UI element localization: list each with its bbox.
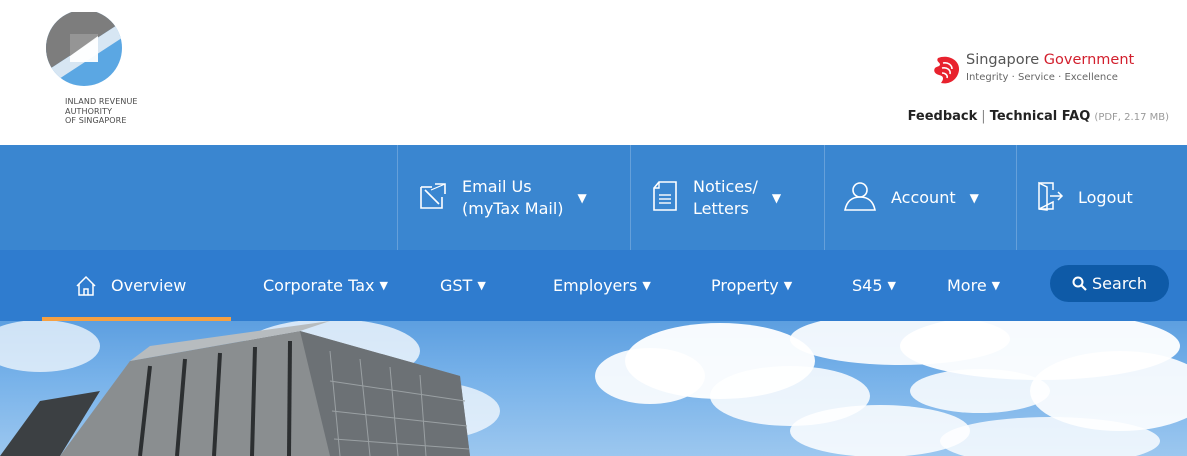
magnifier-icon [1072,276,1087,291]
nav-label-more: More [947,276,987,295]
iras-logo[interactable]: INLAND REVENUE AUTHORITY OF SINGAPORE [42,12,192,137]
logout-button[interactable]: Logout [1016,145,1187,250]
nav-item-s45[interactable]: S45 ▼ [852,250,896,321]
nav-label-corporate-tax: Corporate Tax [263,276,375,295]
faq-file-note: (PDF, 2.17 MB) [1094,112,1169,123]
gov-motto: Integrity · Service · Excellence [966,72,1118,83]
nav-item-more[interactable]: More ▼ [947,250,1000,321]
home-icon [75,275,97,297]
notices-line2: Letters [693,198,749,218]
lion-head-icon [934,56,960,84]
notices-letters-menu[interactable]: Notices/ Letters ▼ [630,145,824,250]
email-us-line2: (myTax Mail) [462,198,564,218]
nav-item-gst[interactable]: GST ▼ [440,250,486,321]
iras-logo-icon [46,12,122,86]
email-us-menu[interactable]: Email Us (myTax Mail) ▼ [397,145,630,250]
exit-door-icon [1036,181,1064,215]
chevron-down-icon: ▼ [969,190,979,205]
nav-label-gst: GST [440,276,473,295]
site-header: INLAND REVENUE AUTHORITY OF SINGAPORE Si… [0,0,1187,145]
user-icon [843,181,877,215]
main-navigation: Overview Corporate Tax ▼ GST ▼ Employers… [0,250,1187,321]
account-menu[interactable]: Account ▼ [824,145,1016,250]
chevron-down-icon: ▼ [577,190,587,205]
search-label: Search [1092,274,1147,293]
document-icon [651,180,679,216]
nav-item-property[interactable]: Property ▼ [711,250,792,321]
singapore-government-brand[interactable]: Singapore Government Integrity · Service… [929,50,1169,90]
chevron-down-icon: ▼ [771,190,782,205]
nav-item-employers[interactable]: Employers ▼ [553,250,651,321]
link-separator: | [981,109,986,124]
chevron-down-icon: ▼ [379,279,388,292]
nav-label-s45: S45 [852,276,883,295]
gov-title-part-red: Government [1043,52,1135,68]
feedback-link[interactable]: Feedback [908,109,978,124]
search-button[interactable]: Search [1050,265,1169,302]
nav-label-overview: Overview [111,276,187,295]
nav-label-property: Property [711,276,779,295]
chevron-down-icon: ▼ [887,279,896,292]
email-us-line1: Email Us [462,176,532,196]
gov-title-part: Singapore [966,52,1044,68]
nav-item-overview[interactable]: Overview [75,250,186,321]
nav-item-corporate-tax[interactable]: Corporate Tax ▼ [263,250,388,321]
compose-mail-icon [418,181,448,215]
email-us-label: Email Us (myTax Mail) [462,176,564,220]
notices-line1: Notices/ [693,176,758,196]
logout-label: Logout [1078,187,1133,207]
account-toolbar: Email Us (myTax Mail) ▼ Notices/ Letters… [0,145,1187,250]
building-sky-image [0,321,1187,456]
hero-banner [0,321,1187,456]
gov-title: Singapore Government [966,52,1134,68]
logo-line: INLAND REVENUE [65,97,138,106]
logo-wordmark: INLAND REVENUE AUTHORITY OF SINGAPORE [65,97,138,126]
chevron-down-icon: ▼ [477,279,486,292]
logo-line: AUTHORITY [65,106,113,116]
notices-label: Notices/ Letters [693,176,758,220]
account-label: Account [891,187,956,207]
chevron-down-icon: ▼ [783,279,793,292]
technical-faq-link[interactable]: Technical FAQ [990,109,1091,124]
nav-label-employers: Employers [553,276,638,295]
chevron-down-icon: ▼ [991,279,1001,292]
chevron-down-icon: ▼ [642,279,651,292]
logo-line: OF SINGAPORE [65,116,127,125]
utility-links: Feedback | Technical FAQ (PDF, 2.17 MB) [908,109,1169,124]
